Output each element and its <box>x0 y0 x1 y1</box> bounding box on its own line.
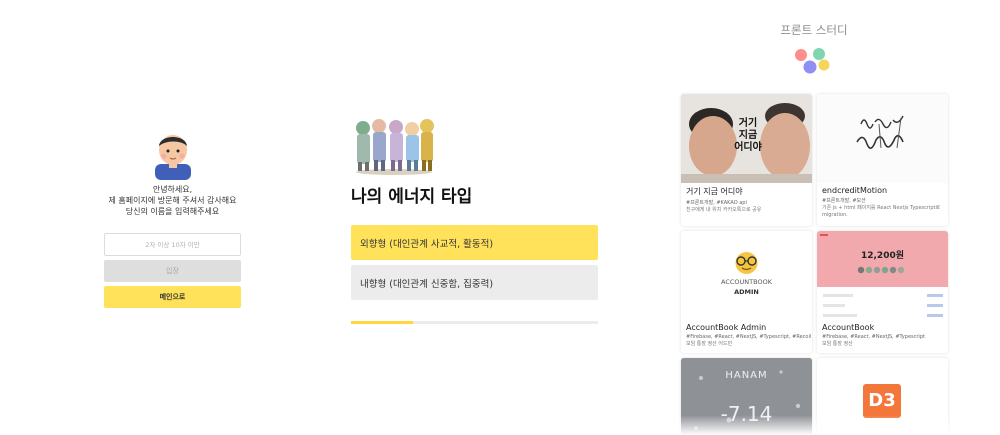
quiz-progress-bar <box>351 321 598 324</box>
poster-text-2: 지금 <box>738 130 758 141</box>
glasses-emoji-icon <box>735 252 758 274</box>
project-card[interactable]: endcreditMotion #프론트개발, #모션 기존 js + html… <box>817 94 948 226</box>
project-thumbnail <box>817 94 948 183</box>
card-tags: #프론트개발, #KAKAO api <box>686 200 747 206</box>
card-tags: #Firebase, #React, #NextJS, #Typescript,… <box>686 334 812 340</box>
project-card[interactable]: ACCOUNTBOOK ADMIN AccountBook Admin #Fir… <box>681 231 812 353</box>
poster-text-3: 어디야 <box>734 142 762 153</box>
project-card[interactable]: 거기 지금 어디야 거기 지금 어디야 #프론트개발, #KAKAO api 친… <box>681 94 812 226</box>
option-extrovert[interactable]: 외향형 (대인관계 사교적, 활동적) <box>351 225 598 260</box>
card-title: endcreditMotion <box>822 186 888 195</box>
option-introvert[interactable]: 내향형 (대인관계 신중함, 집중력) <box>351 265 598 300</box>
characters-illustration <box>356 119 434 175</box>
card-description: 모임 통장 정산 <box>822 341 853 347</box>
greeting-line-1: 안녕하세요, <box>152 185 193 194</box>
card-description: 모임 통장 정산 어드민 <box>686 341 733 347</box>
card-description: 친구에게 내 위치 카카오톡으로 공유 <box>686 207 762 213</box>
handwriting-image <box>856 115 904 149</box>
greeting-line-3: 당신의 이름을 입력해주세요 <box>125 207 220 216</box>
d3-logo-icon: D3 <box>863 384 901 418</box>
card-title: AccountBook Admin <box>686 323 767 332</box>
app-stage: 안녕하세요, 제 홈페이지에 방문해 주셔서 감사해요 당신의 이름을 입력해주… <box>0 0 1000 435</box>
name-input[interactable] <box>104 233 241 256</box>
card-tags: #Firebase, #React, #NextJS, #Typescript <box>822 334 925 340</box>
admin-logo-text: ADMIN <box>734 288 759 296</box>
portfolio-panel: 프론트 스터디 거기 지금 어디야 거기 지금 어디야 #프론트개발, #KAK… <box>652 0 976 435</box>
greeting-line-2: 제 홈페이지에 방문해 주셔서 감사해요 <box>108 196 237 205</box>
app-header-image: 12,200원 <box>817 231 948 287</box>
portfolio-title: 프론트 스터디 <box>780 23 848 37</box>
city-label: HANAM <box>725 370 768 381</box>
study-logo-icon <box>795 48 830 74</box>
login-panel: 안녕하세요, 제 홈페이지에 방문해 주셔서 감사해요 당신의 이름을 입력해주… <box>104 128 241 308</box>
quiz-panel: 나의 에너지 타입 외향형 (대인관계 사교적, 활동적) 내향형 (대인관계 … <box>351 114 598 324</box>
project-thumbnail: ACCOUNTBOOK ADMIN <box>681 231 812 320</box>
card-title: AccountBook <box>822 323 875 332</box>
bottom-fade <box>652 415 976 435</box>
project-card[interactable]: 12,200원 AccountBook #Firebase, #React, #… <box>817 231 948 353</box>
greeting-text: 안녕하세요, 제 홈페이지에 방문해 주셔서 감사해요 당신의 이름을 입력해주… <box>104 184 241 217</box>
card-title: 거기 지금 어디야 <box>686 187 743 196</box>
project-thumbnail: 거기 지금 어디야 <box>681 94 812 183</box>
poster-text-1: 거기 <box>738 118 758 129</box>
avatar-illustration <box>154 135 191 180</box>
card-description: 기존 js + html 페이지를 React Nextjs Typescrip… <box>822 205 941 218</box>
accountbook-logo-text: ACCOUNTBOOK <box>721 278 772 286</box>
enter-button[interactable]: 입장 <box>104 260 241 282</box>
card-tags: #프론트개발, #모션 <box>822 198 866 204</box>
quiz-title: 나의 에너지 타입 <box>351 187 473 207</box>
quiz-progress-fill <box>351 321 413 324</box>
project-thumbnail: 12,200원 <box>817 231 948 320</box>
main-button[interactable]: 메인으로 <box>104 286 241 308</box>
